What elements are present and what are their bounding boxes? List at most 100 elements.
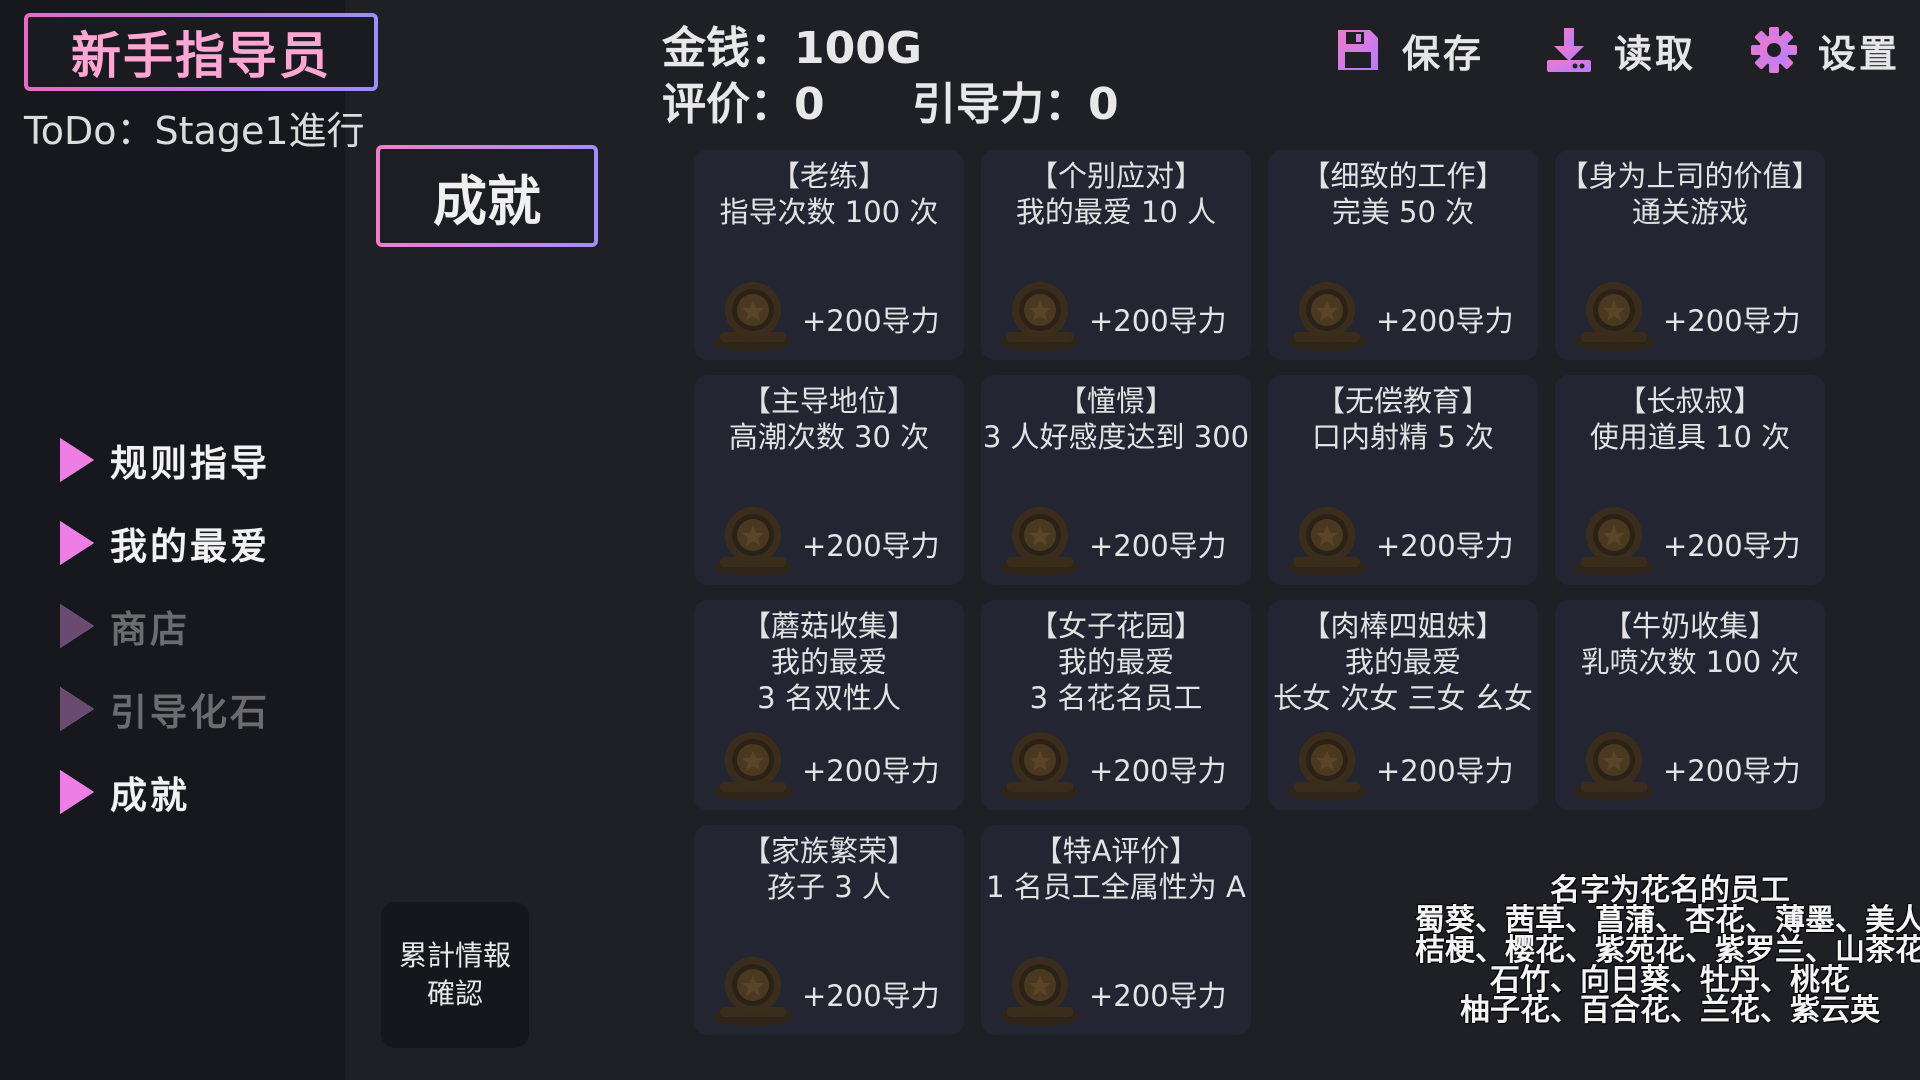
medal-icon	[710, 280, 796, 356]
achievement-name: 【主导地位】	[741, 384, 916, 418]
achievement-text: 【长叔叔】 使用道具 10 次	[1555, 383, 1825, 455]
achievement-card[interactable]: 【特A评价】 1 名员工全属性为 A +200导力	[981, 825, 1251, 1035]
achievement-text: 【家族繁荣】 孩子 3 人	[694, 833, 964, 905]
achievement-card[interactable]: 【细致的工作】 完美 50 次 +200导力	[1268, 150, 1538, 360]
settings-button[interactable]: 设置	[1750, 22, 1900, 78]
achievement-text: 【细致的工作】 完美 50 次	[1268, 158, 1538, 230]
achievement-card[interactable]: 【个别应对】 我的最爱 10 人 +200导力	[981, 150, 1251, 360]
achievement-reward: +200导力	[1089, 529, 1227, 563]
achievement-name: 【憧憬】	[1057, 384, 1174, 418]
nav-label: 引导化石	[110, 691, 270, 734]
medal-icon	[1284, 280, 1370, 356]
achievement-name: 【牛奶收集】	[1602, 609, 1777, 643]
medal-icon	[1284, 505, 1370, 581]
achievement-reward: +200导力	[802, 304, 940, 338]
note-title: 名字为花名的员工	[1550, 873, 1790, 908]
medal-icon	[997, 505, 1083, 581]
nav-label: 商店	[110, 608, 190, 651]
achievement-text: 【特A评价】 1 名员工全属性为 A	[981, 833, 1251, 905]
achievement-condition: 我的最爱	[1057, 645, 1174, 679]
achievement-card[interactable]: 【肉棒四姐妹】 我的最爱 长女 次女 三女 幺女 +200导力	[1268, 600, 1538, 810]
medal-icon	[710, 505, 796, 581]
medal-icon	[997, 955, 1083, 1031]
settings-label: 设置	[1818, 31, 1901, 76]
triangle-right-icon	[60, 604, 94, 648]
achievement-reward: +200导力	[802, 979, 940, 1013]
achievement-name: 【特A评价】	[1033, 834, 1199, 868]
achievement-text: 【个别应对】 我的最爱 10 人	[981, 158, 1251, 230]
nav-item-shop[interactable]: 商店	[60, 596, 320, 656]
nav-item-fossil[interactable]: 引导化石	[60, 679, 320, 739]
achievement-card[interactable]: 【女子花园】 我的最爱 3 名花名员工 +200导力	[981, 600, 1251, 810]
triangle-right-icon	[60, 521, 94, 565]
achievement-reward: +200导力	[1663, 529, 1801, 563]
achievement-name: 【家族繁荣】	[741, 834, 916, 868]
nav-label: 规则指导	[110, 442, 270, 485]
medal-icon	[1284, 730, 1370, 806]
achievement-text: 【主导地位】 高潮次数 30 次	[694, 383, 964, 455]
achievement-condition: 高潮次数 30 次	[728, 420, 930, 454]
achievement-name: 【长叔叔】	[1617, 384, 1763, 418]
load-button[interactable]: 读取	[1544, 22, 1696, 78]
achievement-card[interactable]: 【牛奶收集】 乳喷次数 100 次 +200导力	[1555, 600, 1825, 810]
achievement-card[interactable]: 【老练】 指导次数 100 次 +200导力	[694, 150, 964, 360]
page-title: 成就	[376, 145, 598, 247]
triangle-right-icon	[60, 438, 94, 482]
download-icon	[1547, 28, 1591, 72]
save-button[interactable]: 保存	[1334, 22, 1484, 78]
achievement-condition: 乳喷次数 100 次	[1580, 645, 1800, 679]
achievement-text: 【女子花园】 我的最爱 3 名花名员工	[981, 608, 1251, 716]
achievement-condition: 我的最爱 10 人	[1015, 195, 1217, 229]
achievement-reward: +200导力	[1663, 754, 1801, 788]
achievement-condition: 孩子 3 人	[767, 870, 891, 904]
achievement-reward: +200导力	[1663, 304, 1801, 338]
rating-display: 评价：0	[662, 79, 825, 130]
stats-button-line2: 確認	[426, 977, 483, 1010]
nav-item-achievements[interactable]: 成就	[60, 762, 320, 822]
achievement-name: 【身为上司的价值】	[1559, 159, 1821, 193]
note-line: 蜀葵、茜草、菖蒲、杏花、薄墨、美人	[1415, 903, 1920, 938]
note-line: 桔梗、樱花、紫苑花、紫罗兰、山茶花	[1415, 933, 1920, 968]
flower-name-note: 名字为花名的员工 蜀葵、茜草、菖蒲、杏花、薄墨、美人 桔梗、樱花、紫苑花、紫罗兰…	[1400, 876, 1920, 1026]
achievement-reward: +200导力	[802, 529, 940, 563]
stats-confirm-button[interactable]: 累計情報 確認	[381, 902, 529, 1048]
nav-item-favorites[interactable]: 我的最爱	[60, 513, 320, 573]
nav-label: 成就	[110, 774, 190, 817]
achievement-card[interactable]: 【蘑菇收集】 我的最爱 3 名双性人 +200导力	[694, 600, 964, 810]
medal-icon	[997, 730, 1083, 806]
achievement-text: 【蘑菇收集】 我的最爱 3 名双性人	[694, 608, 964, 716]
save-label: 保存	[1402, 31, 1485, 76]
achievement-text: 【老练】 指导次数 100 次	[694, 158, 964, 230]
achievement-card[interactable]: 【家族繁荣】 孩子 3 人 +200导力	[694, 825, 964, 1035]
medal-icon	[710, 955, 796, 1031]
load-label: 读取	[1614, 31, 1697, 76]
todo-status: ToDo：Stage1進行	[24, 109, 365, 153]
achievement-condition: 3 人好感度达到 300	[982, 420, 1250, 454]
achievement-card[interactable]: 【长叔叔】 使用道具 10 次 +200导力	[1555, 375, 1825, 585]
achievement-card[interactable]: 【身为上司的价值】 通关游戏 +200导力	[1555, 150, 1825, 360]
achievement-card[interactable]: 【无偿教育】 口内射精 5 次 +200导力	[1268, 375, 1538, 585]
achievement-text: 【无偿教育】 口内射精 5 次	[1268, 383, 1538, 455]
nav-item-rules[interactable]: 规则指导	[60, 430, 320, 490]
achievement-condition: 3 名花名员工	[1029, 681, 1203, 715]
money-display: 金钱：100G	[662, 23, 922, 74]
medal-icon	[1571, 280, 1657, 356]
medal-icon	[710, 730, 796, 806]
achievement-condition: 口内射精 5 次	[1312, 420, 1494, 454]
medal-icon	[997, 280, 1083, 356]
achievement-card[interactable]: 【憧憬】 3 人好感度达到 300 +200导力	[981, 375, 1251, 585]
achievement-reward: +200导力	[802, 754, 940, 788]
nav-label: 我的最爱	[110, 525, 270, 568]
achievement-card[interactable]: 【主导地位】 高潮次数 30 次 +200导力	[694, 375, 964, 585]
achievement-name: 【细致的工作】	[1301, 159, 1505, 193]
achievement-name: 【个别应对】	[1028, 159, 1203, 193]
achievement-reward: +200导力	[1089, 979, 1227, 1013]
page-title-text: 成就	[433, 169, 541, 233]
medal-icon	[1571, 730, 1657, 806]
achievement-condition: 长女 次女 三女 幺女	[1273, 681, 1533, 715]
achievement-reward: +200导力	[1089, 754, 1227, 788]
achievement-reward: +200导力	[1376, 529, 1514, 563]
guide-power-display: 引导力：0	[912, 79, 1119, 130]
achievement-name: 【老练】	[770, 159, 887, 193]
achievement-reward: +200导力	[1376, 304, 1514, 338]
